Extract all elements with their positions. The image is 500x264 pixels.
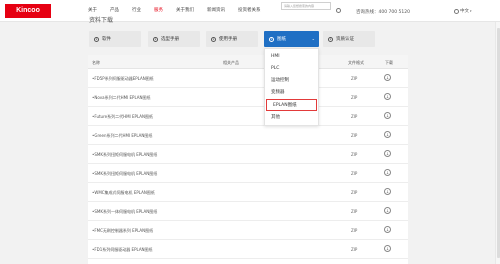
file-format: ZIP <box>351 133 358 138</box>
language-switch[interactable]: 中文 ▾ <box>454 8 472 14</box>
chevron-down-icon: ⌄ <box>311 36 315 41</box>
download-icon[interactable]: ↓ <box>384 188 391 195</box>
column-name-header: 名称 <box>92 60 100 65</box>
catalog-icon: ↓ <box>153 36 158 42</box>
column-format-header: 文件格式 <box>348 60 364 65</box>
file-format: ZIP <box>351 152 358 157</box>
table-row: •Future系列二代HMI EPLAN图纸 ZIP ↓ <box>88 107 408 126</box>
file-format: ZIP <box>351 247 358 252</box>
page-title: 资料下载 <box>89 17 114 24</box>
drawing-icon: ↓ <box>269 36 274 42</box>
download-table: 名称 相关产品 文件格式 下载 •FD5P系列伺服驱动器EPLAN图纸 ZIP … <box>88 55 408 264</box>
file-name[interactable]: •FD1系列伺服驱动器 EPLAN图纸 <box>92 247 153 253</box>
download-icon[interactable]: ↓ <box>384 169 391 176</box>
main-nav: 关于 产品 行业 服务 关于我们 新闻资讯 投资者关系 <box>88 6 274 16</box>
dropdown-item-inverter[interactable]: 变频器 <box>265 87 318 99</box>
dropdown-item-motion-control[interactable]: 运动控制 <box>265 75 318 87</box>
certificate-icon: ↓ <box>328 36 333 42</box>
nav-item-investors[interactable]: 投资者关系 <box>238 6 261 16</box>
file-format: ZIP <box>351 95 358 100</box>
file-format: ZIP <box>351 190 358 195</box>
vertical-scrollbar[interactable] <box>495 22 500 264</box>
file-format: ZIP <box>351 76 358 81</box>
nav-item-news[interactable]: 新闻资讯 <box>207 6 225 16</box>
kincoo-logo[interactable]: Kincoo <box>5 4 51 18</box>
table-row: •FMC无刷控制器系列 EPLAN图纸 ZIP ↓ <box>88 221 408 240</box>
dropdown-item-eplan[interactable]: EPLAN图纸 <box>266 99 317 111</box>
file-name[interactable]: •SMK系列扭矩伺服电机 EPLAN图纸 <box>92 152 157 158</box>
table-header: 名称 相关产品 文件格式 下载 <box>88 55 408 69</box>
nav-item-about[interactable]: 关于我们 <box>176 6 194 16</box>
software-icon: ↓ <box>94 36 99 42</box>
download-icon[interactable]: ↓ <box>384 131 391 138</box>
search-input[interactable]: 请输入您想搜索的内容 <box>281 2 331 10</box>
globe-icon <box>454 8 459 14</box>
file-name[interactable]: •Nova系列二代HMI EPLAN图纸 <box>92 95 151 101</box>
table-row: •SMK系列扭矩伺服电机 EPLAN图纸 ZIP ↓ <box>88 164 408 183</box>
table-row: •Green系列二代HMI EPLAN图纸 ZIP ↓ <box>88 126 408 145</box>
category-label: 软件 <box>102 37 111 42</box>
file-name[interactable]: •FD5P系列伺服驱动器EPLAN图纸 <box>92 76 154 82</box>
file-name[interactable]: •FMC无刷控制器系列 EPLAN图纸 <box>92 228 153 234</box>
column-product-header: 相关产品 <box>223 60 239 65</box>
dropdown-item-other[interactable]: 其他 <box>265 112 318 124</box>
search-icon[interactable] <box>336 8 341 13</box>
download-icon[interactable]: ↓ <box>384 93 391 100</box>
table-row: •FD1系列伺服驱动器 EPLAN图纸 ZIP ↓ <box>88 240 408 259</box>
file-name[interactable]: •Green系列二代HMI EPLAN图纸 <box>92 133 152 139</box>
download-icon[interactable]: ↓ <box>384 150 391 157</box>
nav-item-industry[interactable]: 行业 <box>132 6 141 16</box>
drawing-dropdown-menu: HMI PLC 运动控制 变频器 EPLAN图纸 其他 <box>264 48 319 126</box>
nav-item-service[interactable]: 服务 <box>154 6 163 16</box>
top-navigation-bar: Kincoo 关于 产品 行业 服务 关于我们 新闻资讯 投资者关系 请输入您想… <box>0 0 500 22</box>
table-row: •FD5P系列伺服驱动器EPLAN图纸 ZIP ↓ <box>88 69 408 88</box>
dropdown-item-hmi[interactable]: HMI <box>265 51 318 63</box>
table-row: •WMC集成式伺服电机 EPLAN图纸 ZIP ↓ <box>88 183 408 202</box>
category-catalog-button[interactable]: ↓ 选型手册 <box>148 31 200 47</box>
file-format: ZIP <box>351 171 358 176</box>
table-row: •Nova系列二代HMI EPLAN图纸 ZIP ↓ <box>88 88 408 107</box>
download-icon[interactable]: ↓ <box>384 207 391 214</box>
category-manual-button[interactable]: ↓ 使用手册 <box>206 31 258 47</box>
file-name[interactable]: •SMK系列一体伺服电机 EPLAN图纸 <box>92 209 157 215</box>
download-icon[interactable]: ↓ <box>384 226 391 233</box>
file-name[interactable]: •SMK系列扭矩伺服电机 EPLAN图纸 <box>92 171 157 177</box>
file-format: ZIP <box>351 114 358 119</box>
category-label: 使用手册 <box>219 37 237 42</box>
download-icon[interactable]: ↓ <box>384 245 391 252</box>
table-row: •SMK系列一体伺服电机 EPLAN图纸 ZIP ↓ <box>88 202 408 221</box>
category-label: 图纸 <box>277 37 286 42</box>
file-name[interactable]: •WMC集成式伺服电机 EPLAN图纸 <box>92 190 155 196</box>
dropdown-item-plc[interactable]: PLC <box>265 63 318 75</box>
table-row: •SMK系列扭矩伺服电机 EPLAN图纸 ZIP ↓ <box>88 145 408 164</box>
hotline-text: 咨询热线：400 700 5120 <box>356 10 410 15</box>
category-software-button[interactable]: ↓ 软件 <box>89 31 141 47</box>
column-download-header: 下载 <box>385 60 393 65</box>
download-icon[interactable]: ↓ <box>384 112 391 119</box>
file-format: ZIP <box>351 228 358 233</box>
language-label: 中文 <box>460 9 469 14</box>
chevron-down-icon: ▾ <box>470 9 472 13</box>
file-format: ZIP <box>351 209 358 214</box>
manual-icon: ↓ <box>211 36 216 42</box>
category-label: 选型手册 <box>161 37 179 42</box>
category-drawing-button[interactable]: ↓ 图纸 ⌄ <box>264 31 319 47</box>
category-label: 资质认证 <box>336 37 354 42</box>
category-certificate-button[interactable]: ↓ 资质认证 <box>323 31 375 47</box>
file-name[interactable]: •Future系列二代HMI EPLAN图纸 <box>92 114 153 120</box>
download-icon[interactable]: ↓ <box>384 74 391 81</box>
